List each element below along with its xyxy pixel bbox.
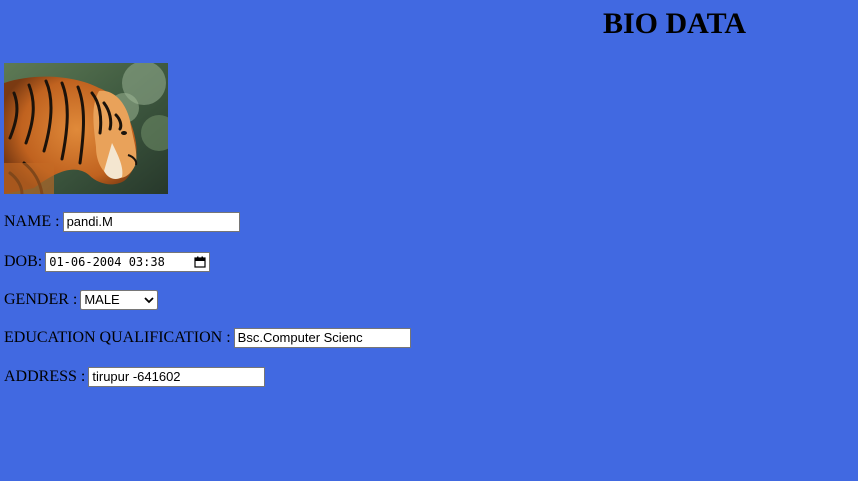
- education-input[interactable]: Bsc.Computer Scienc: [233, 328, 411, 348]
- tiger-photo: [4, 63, 168, 194]
- gender-label: GENDER :: [4, 291, 78, 308]
- dob-label: DOB:: [4, 253, 43, 270]
- address-value: tirupur -641602: [92, 369, 181, 384]
- dob-row: DOB: 01-06-2004 03:38: [4, 251, 211, 273]
- dob-value: 01-06-2004 03:38: [49, 255, 165, 269]
- chevron-down-icon: [144, 296, 154, 304]
- calendar-icon[interactable]: [194, 256, 206, 268]
- education-row: EDUCATION QUALIFICATION : Bsc.Computer S…: [4, 327, 411, 349]
- address-row: ADDRESS : tirupur -641602: [4, 366, 266, 388]
- address-input[interactable]: tirupur -641602: [88, 367, 266, 387]
- name-row: NAME : pandi.M: [4, 211, 240, 233]
- gender-select[interactable]: MALE: [80, 290, 159, 310]
- dob-input[interactable]: 01-06-2004 03:38: [45, 252, 211, 272]
- name-label: NAME :: [4, 213, 60, 230]
- gender-row: GENDER : MALE: [4, 289, 159, 311]
- address-label: ADDRESS :: [4, 368, 86, 385]
- page-title: BIO DATA: [603, 7, 747, 40]
- name-input[interactable]: pandi.M: [62, 212, 240, 232]
- name-value: pandi.M: [66, 214, 113, 229]
- gender-value: MALE: [84, 292, 120, 307]
- education-label: EDUCATION QUALIFICATION :: [4, 329, 231, 346]
- education-value: Bsc.Computer Scienc: [237, 330, 363, 345]
